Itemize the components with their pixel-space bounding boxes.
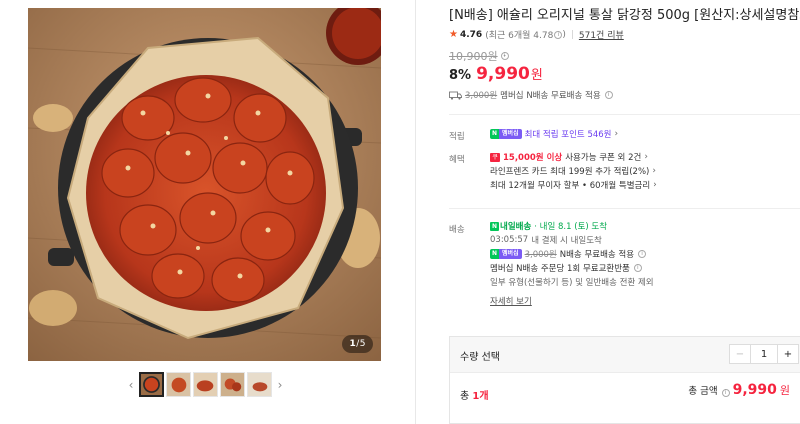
installment-row[interactable]: 최대 12개월 무이자 할부 • 60개월 특별금리 › xyxy=(490,178,657,192)
info-icon[interactable]: i xyxy=(554,30,563,39)
chevron-right-icon: › xyxy=(653,180,657,190)
coupon-text: 사용가능 쿠폰 외 2건 xyxy=(565,153,642,163)
info-icon[interactable]: i xyxy=(633,264,642,272)
tomorrow-delivery-badge: N 내일배송 xyxy=(490,221,532,232)
chevron-right-icon: › xyxy=(277,377,283,392)
membership-badge: N 멤버십 xyxy=(490,249,522,259)
delivery-rows: N 내일배송 · 내일 8.1 (토) 도착 03:05:57 내 결제 시 내… xyxy=(490,219,654,308)
delivery-exclusion-text: 일부 유형(선물하기 등) 및 일반배송 전환 제외 xyxy=(490,278,654,288)
quantity-increase-button[interactable]: + xyxy=(778,345,798,363)
membership-badge: N 멤버십 xyxy=(490,129,522,139)
total-count: 총 1개 xyxy=(460,391,489,402)
quantity-decrease-button[interactable]: − xyxy=(730,345,750,363)
price-unit: 원 xyxy=(530,68,543,83)
point-row: N 멤버십 최대 적립 포인트 546원 › xyxy=(490,127,618,141)
order-countdown: 03:05:57 xyxy=(490,235,529,245)
thumbnail-4[interactable] xyxy=(220,372,245,397)
shipping-fee-original: 3,000원 xyxy=(465,91,498,101)
card-benefit-row[interactable]: 라인프렌즈 카드 최대 199원 추가 적립(2%) › xyxy=(490,164,657,178)
point-label: 적립 xyxy=(449,132,465,142)
chevron-right-icon: › xyxy=(644,152,648,162)
thumbnail-2[interactable] xyxy=(166,372,191,397)
product-main-image[interactable]: 1/5 xyxy=(28,8,381,361)
thumbnail-3[interactable] xyxy=(193,372,218,397)
info-icon[interactable]: i xyxy=(638,250,647,258)
delivery-fee-original: 3,000원 xyxy=(524,250,557,260)
delivery-free-text: N배송 무료배송 적용 xyxy=(559,250,635,260)
quantity-label: 수량 선택 xyxy=(460,352,500,363)
thumbnail-next-button[interactable]: › xyxy=(273,372,287,397)
sale-price-row: 8% 9,990 원 xyxy=(449,64,543,84)
free-return-text: 멤버십 N배송 주문당 1회 무료교환반품 xyxy=(490,264,630,274)
sale-price: 9,990 xyxy=(476,64,530,84)
review-count-link[interactable]: 571건 리뷰 xyxy=(579,28,624,41)
section-divider xyxy=(449,208,800,209)
price-info-icon[interactable]: i xyxy=(500,52,509,60)
section-divider xyxy=(449,114,800,115)
total-amount: 총 금액 i 9,990 원 xyxy=(688,382,790,398)
benefit-rows: 쿠 15,000원 이상 사용가능 쿠폰 외 2건 › 라인프렌즈 카드 최대 … xyxy=(490,150,657,192)
discount-rate: 8% xyxy=(449,68,472,83)
quantity-input[interactable]: 1 xyxy=(750,345,778,363)
recent-rating: (최근 6개월 4.78 xyxy=(485,31,554,41)
thumbnail-strip: ‹ › xyxy=(124,372,287,397)
shipping-summary: 3,000원 멤버십 N배송 무료배송 적용 i xyxy=(449,89,613,101)
shipping-free-text: 멤버십 N배송 무료배송 적용 xyxy=(500,91,601,101)
delivery-label: 배송 xyxy=(449,225,465,235)
benefit-label: 혜택 xyxy=(449,155,465,165)
chevron-left-icon: ‹ xyxy=(128,377,134,392)
total-amount-label: 총 금액 xyxy=(688,386,718,397)
arrival-date: · 내일 8.1 (토) 도착 xyxy=(534,222,608,232)
purchase-box: 수량 선택 − 1 + 총 1개 총 금액 i 9,990 원 xyxy=(449,336,800,424)
divider: | xyxy=(570,29,574,40)
chevron-right-icon: › xyxy=(652,166,656,176)
chevron-right-icon: › xyxy=(614,129,619,139)
coupon-row[interactable]: 쿠 15,000원 이상 사용가능 쿠폰 외 2건 › xyxy=(490,150,657,164)
truck-icon xyxy=(449,91,462,100)
image-page-indicator: 1/5 xyxy=(342,335,373,353)
thumbnail-5[interactable] xyxy=(247,372,272,397)
original-price: 10,900원 i xyxy=(449,48,509,64)
rating-summary: ★ 4.76 (최근 6개월 4.78 i ) | 571건 리뷰 xyxy=(449,28,624,41)
star-icon: ★ xyxy=(449,29,458,40)
thumbnail-prev-button[interactable]: ‹ xyxy=(124,372,138,397)
shipping-info-icon[interactable]: i xyxy=(604,91,613,99)
rating-score: 4.76 xyxy=(459,29,483,40)
coupon-threshold: 15,000원 이상 xyxy=(503,153,563,163)
countdown-text: 내 결제 시 내일도착 xyxy=(531,236,602,246)
delivery-details-link[interactable]: 자세히 보기 xyxy=(490,295,532,307)
thumbnail-1[interactable] xyxy=(139,372,164,397)
info-icon[interactable]: i xyxy=(721,389,730,397)
quantity-selector-row: 수량 선택 − 1 + xyxy=(450,337,800,373)
product-title: [N배송] 애슐리 오리지널 통살 닭강정 500g [원산지:상세설명참조] xyxy=(449,8,800,23)
max-point-link[interactable]: 최대 적립 포인트 546원 xyxy=(525,128,612,140)
fried-chicken-photo xyxy=(28,8,381,361)
coupon-icon: 쿠 xyxy=(490,152,500,162)
total-amount-value: 9,990 xyxy=(732,382,777,398)
quantity-stepper: − 1 + xyxy=(729,344,799,364)
column-divider xyxy=(415,0,416,424)
naver-n-icon: N xyxy=(490,221,499,231)
